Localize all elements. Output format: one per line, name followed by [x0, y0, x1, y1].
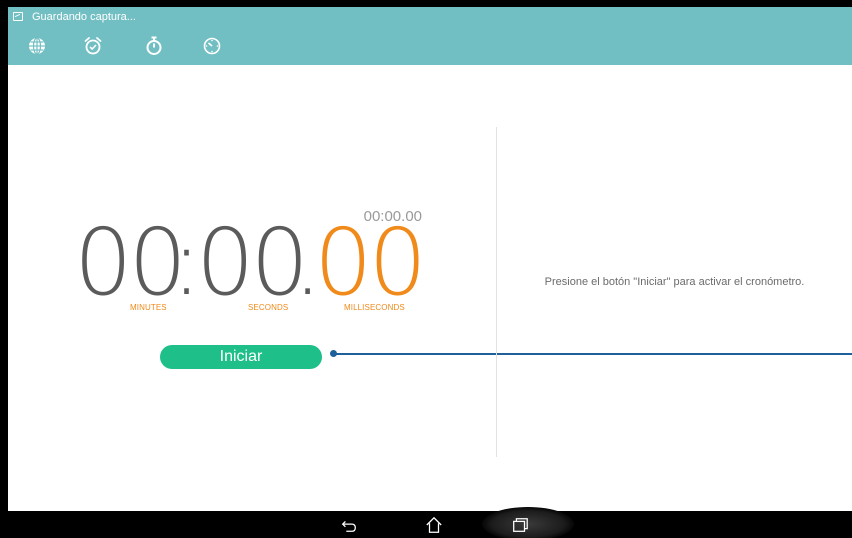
minutes-digits: 00 — [74, 209, 187, 316]
seconds-label: SECONDS — [248, 303, 289, 312]
milliseconds-digits: 00 — [314, 209, 427, 316]
home-button[interactable] — [423, 514, 445, 536]
navigation-bar — [8, 507, 852, 538]
recent-apps-button[interactable] — [509, 514, 531, 536]
screen-bezel-top — [0, 0, 852, 7]
screenshot-icon — [13, 12, 23, 21]
screen-bezel-left — [0, 0, 8, 538]
timer-tab[interactable] — [201, 35, 223, 57]
clock-tab-bar — [8, 29, 852, 65]
status-bar: Guardando captura... — [8, 7, 852, 29]
start-hint-text: Presione el botón "Iniciar" para activar… — [544, 276, 805, 288]
home-icon — [426, 516, 442, 533]
stopwatch-content: 00:00.00 00 : 00 . 00 MINUTES SECONDS MI… — [8, 65, 852, 511]
alarm-clock-icon — [84, 37, 102, 55]
milliseconds-label: MILLISECONDS — [344, 303, 405, 312]
stopwatch-icon — [146, 36, 162, 55]
seconds-digits: 00 — [196, 209, 309, 316]
back-icon — [341, 520, 356, 532]
world-clock-tab[interactable] — [26, 35, 48, 57]
start-button[interactable]: Iniciar — [160, 345, 322, 369]
recent-apps-icon — [513, 518, 528, 532]
annotation-pointer-line — [335, 353, 852, 355]
annotation-pointer-dot — [330, 350, 337, 357]
globe-icon — [29, 37, 45, 55]
timer-icon — [203, 37, 221, 55]
minutes-label: MINUTES — [130, 303, 167, 312]
alarm-tab[interactable] — [82, 35, 104, 57]
stopwatch-tab[interactable] — [143, 35, 165, 57]
panel-divider — [496, 127, 497, 457]
colon-separator: : — [171, 209, 202, 316]
back-button[interactable] — [338, 514, 360, 536]
notification-text: Guardando captura... — [32, 11, 136, 23]
